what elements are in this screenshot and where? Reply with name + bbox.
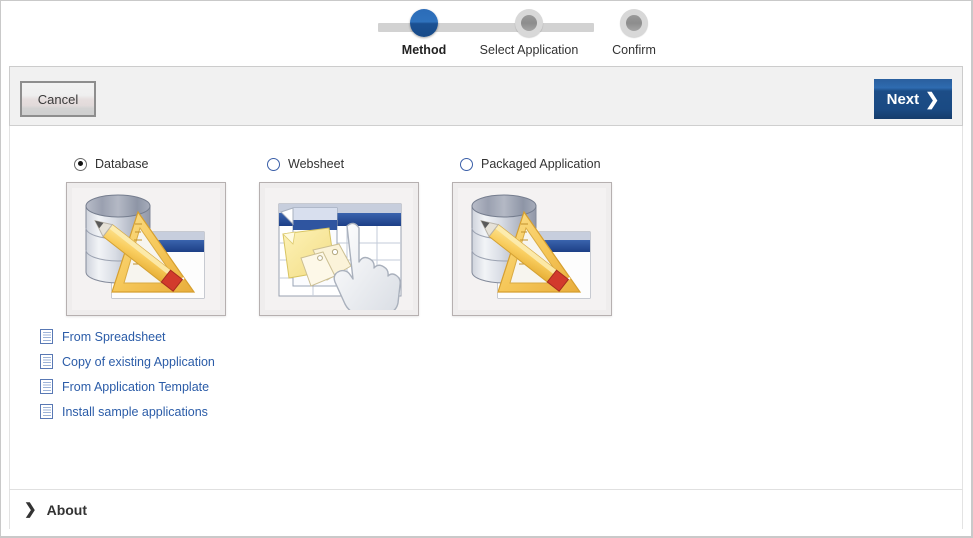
wizard-step-label: Method (401, 43, 447, 57)
document-icon (40, 329, 53, 344)
method-tile-database[interactable] (66, 182, 226, 316)
method-tile-websheet[interactable] (259, 182, 419, 316)
method-option-websheet[interactable]: Websheet (259, 154, 419, 316)
method-option-header: Database (66, 154, 226, 174)
method-option-header: Websheet (259, 154, 419, 174)
wizard-content: Database Websheet Packaged Application F… (9, 126, 963, 516)
wizard-step-method[interactable]: Method (364, 9, 484, 57)
wizard-toolbar: Cancel Next ❯ (9, 66, 963, 126)
link-label: Copy of existing Application (62, 354, 215, 369)
database-app-icon (72, 188, 220, 310)
quick-links-list: From Spreadsheet Copy of existing Applic… (40, 324, 215, 424)
chevron-right-icon: ❯ (24, 501, 37, 518)
link-from-spreadsheet[interactable]: From Spreadsheet (40, 324, 215, 349)
method-option-label: Websheet (288, 157, 345, 171)
about-section-toggle[interactable]: ❯ About (9, 490, 963, 529)
next-button[interactable]: Next ❯ (874, 79, 952, 119)
wizard-step-label: Select Application (479, 43, 579, 57)
document-icon (40, 404, 53, 419)
wizard-step-select-application[interactable]: Select Application (469, 9, 589, 57)
step-dot-inactive (515, 9, 543, 37)
step-dot-active (410, 9, 438, 37)
wizard-step-label: Confirm (612, 43, 656, 57)
radio-database[interactable] (74, 157, 87, 171)
websheet-icon (265, 188, 413, 310)
cancel-button[interactable]: Cancel (20, 81, 96, 117)
method-option-label: Database (95, 157, 149, 171)
step-dot-inactive (620, 9, 648, 37)
method-option-database[interactable]: Database (66, 154, 226, 316)
link-from-application-template[interactable]: From Application Template (40, 374, 215, 399)
wizard-step-confirm[interactable]: Confirm (574, 9, 694, 57)
next-button-label: Next (886, 90, 920, 108)
database-app-icon (458, 188, 606, 310)
link-label: From Application Template (62, 379, 210, 394)
method-option-packaged-application[interactable]: Packaged Application (452, 154, 612, 316)
radio-websheet[interactable] (267, 157, 280, 171)
link-install-sample-applications[interactable]: Install sample applications (40, 399, 215, 424)
method-tile-packaged-application[interactable] (452, 182, 612, 316)
link-label: Install sample applications (62, 404, 208, 419)
method-option-header: Packaged Application (452, 154, 612, 174)
document-icon (40, 354, 53, 369)
document-icon (40, 379, 53, 394)
about-label: About (46, 501, 88, 518)
wizard-steps-container: Method Select Application Confirm (356, 9, 656, 61)
app-wizard-page: Method Select Application Confirm Cancel… (0, 0, 973, 538)
link-label: From Spreadsheet (62, 329, 166, 344)
link-copy-of-existing-application[interactable]: Copy of existing Application (40, 349, 215, 374)
wizard-progress-bar: Method Select Application Confirm (1, 1, 971, 66)
method-option-label: Packaged Application (481, 157, 601, 171)
radio-packaged-application[interactable] (460, 157, 473, 171)
chevron-right-icon: ❯ (925, 89, 940, 109)
